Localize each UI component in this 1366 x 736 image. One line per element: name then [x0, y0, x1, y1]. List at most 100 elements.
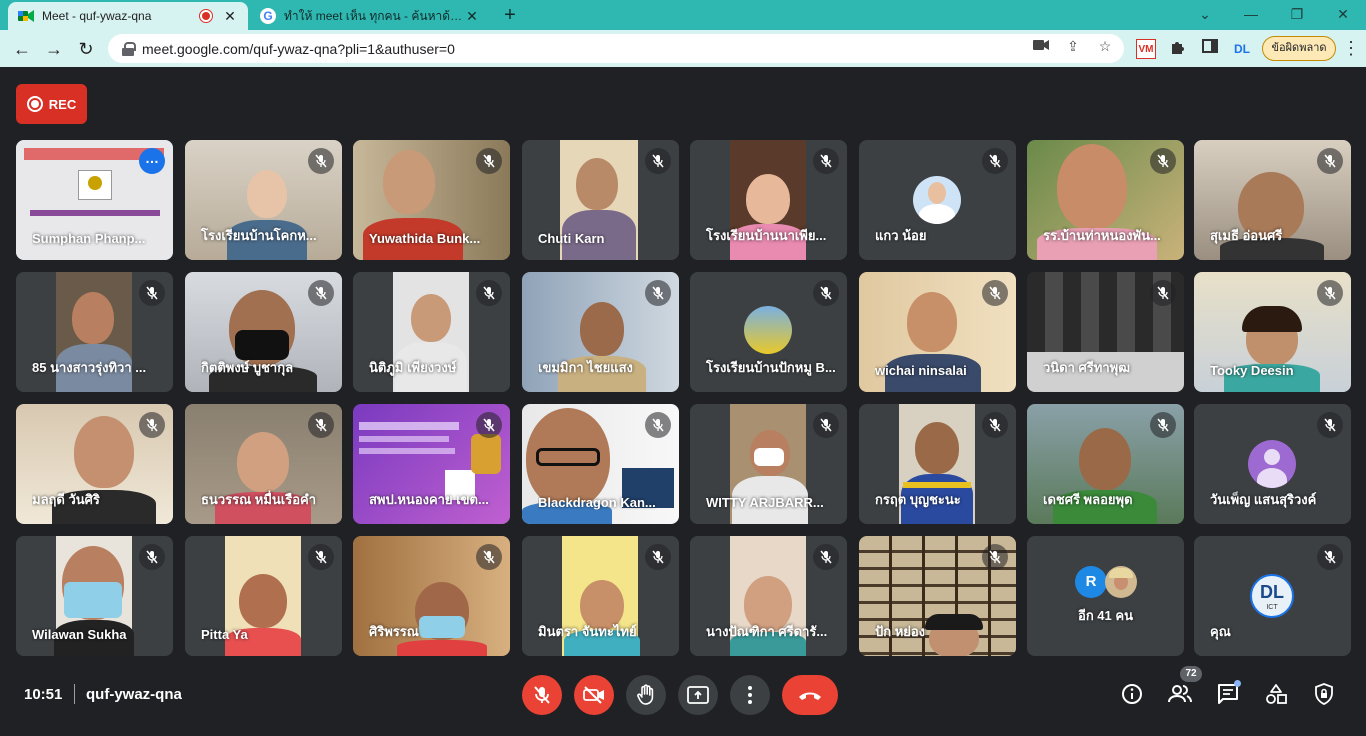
participant-tile[interactable]: แกว น้อย — [859, 140, 1016, 260]
participant-tile[interactable]: WITTY ARJBARR... — [690, 404, 847, 524]
mic-toggle-button[interactable] — [522, 675, 562, 715]
participant-tile[interactable]: มลฤดี วันศิริ — [16, 404, 173, 524]
participant-tile[interactable]: Blackdragon Kan... — [522, 404, 679, 524]
recording-badge[interactable]: REC — [16, 84, 87, 124]
participant-name: โรงเรียนบ้านนาเพีย... — [706, 228, 827, 243]
meeting-clock: 10:51 — [24, 686, 63, 703]
participant-name: ปัก หย่อง — [875, 624, 926, 639]
participant-name: Chuti Karn — [538, 231, 605, 246]
camera-toggle-button[interactable] — [574, 675, 614, 715]
new-tab-button[interactable]: + — [498, 4, 522, 28]
participant-tile[interactable]: Pitta Ya — [185, 536, 342, 656]
participant-tile[interactable]: Yuwathida Bunk... — [353, 140, 510, 260]
forward-arrow-icon[interactable]: → — [42, 37, 66, 61]
self-tile[interactable]: DL ICT คุณ — [1194, 536, 1351, 656]
participant-tile[interactable]: มินตรา จันทะไทย์ — [522, 536, 679, 656]
hand-icon — [637, 684, 654, 705]
participant-tile[interactable]: โรงเรียนบ้านนาเพีย... — [690, 140, 847, 260]
tab-google-search[interactable]: G ทำให้ meet เห็น ทุกคน - ค้นหาด้วย Goog… — [250, 2, 490, 30]
leave-call-button[interactable] — [782, 675, 838, 715]
participant-name: กรฤต บุญชะนะ — [875, 492, 961, 507]
address-bar[interactable]: meet.google.com/quf-ywaz-qna?pli=1&authu… — [108, 34, 1124, 63]
participant-name: คุณ — [1210, 624, 1231, 639]
more-options-button[interactable] — [730, 675, 770, 715]
back-arrow-icon[interactable]: ← — [10, 37, 34, 61]
mic-off-icon — [476, 412, 502, 438]
participant-name: เขมมิกา ไชยแสง — [538, 360, 633, 375]
participant-tile[interactable]: รร.บ้านท่าหนองพัน... — [1027, 140, 1184, 260]
restore-icon[interactable]: ❐ — [1274, 0, 1320, 30]
activities-button[interactable] — [1264, 682, 1288, 706]
browser-toolbar: ← → ↻ meet.google.com/quf-ywaz-qna?pli=1… — [0, 30, 1366, 67]
participant-tile[interactable]: สพป.หนองคาย เขต... — [353, 404, 510, 524]
more-options-button[interactable]: … — [139, 148, 165, 174]
participant-tile[interactable]: วนิดา ศรีทาพุฒ — [1027, 272, 1184, 392]
dl-extension-icon[interactable]: DL — [1232, 39, 1252, 59]
share-icon[interactable]: ⇪ — [1064, 37, 1082, 55]
minimize-icon[interactable]: — — [1228, 0, 1274, 30]
user-silhouette-icon — [1248, 440, 1296, 488]
participant-name: WITTY ARJBARR... — [706, 495, 824, 510]
mic-off-icon — [813, 544, 839, 570]
participant-tile[interactable]: 85 นางสาวรุ่งทิวา ... — [16, 272, 173, 392]
close-tab-icon[interactable]: ✕ — [464, 8, 480, 25]
reload-icon[interactable]: ↻ — [74, 37, 98, 61]
participant-name: มลฤดี วันศิริ — [32, 492, 100, 507]
close-tab-icon[interactable]: ✕ — [222, 8, 238, 25]
participant-tile[interactable]: นางปัณฑิกา ศรีดารั... — [690, 536, 847, 656]
participant-tile[interactable]: ศิริพรรณ — [353, 536, 510, 656]
mic-off-icon — [1317, 148, 1343, 174]
participant-tile[interactable]: นิติภูมิ เพียงวงษ์ — [353, 272, 510, 392]
side-panel-icon[interactable] — [1200, 39, 1220, 59]
error-button[interactable]: ข้อผิดพลาด — [1262, 36, 1336, 61]
bookmark-star-icon[interactable]: ☆ — [1096, 37, 1114, 55]
participant-tile[interactable]: โรงเรียนบ้านโคกห... — [185, 140, 342, 260]
participant-tile[interactable]: เดชศรี พลอยพุด — [1027, 404, 1184, 524]
raise-hand-button[interactable] — [626, 675, 666, 715]
recording-label: REC — [48, 96, 77, 112]
participant-tile[interactable]: กรฤต บุญชะนะ — [859, 404, 1016, 524]
participant-tile[interactable]: Wilawan Sukha — [16, 536, 173, 656]
people-button[interactable] — [1168, 682, 1192, 706]
mic-off-icon — [476, 148, 502, 174]
participant-name: สพป.หนองคาย เขต... — [369, 492, 489, 507]
participant-tile[interactable]: เขมมิกา ไชยแสง — [522, 272, 679, 392]
participant-name: ธนวรรณ หมื่นเรือคำ — [201, 492, 317, 507]
chrome-menu-icon[interactable]: ⋮ — [1342, 38, 1360, 58]
participant-name: รร.บ้านท่าหนองพัน... — [1043, 228, 1161, 243]
others-tile[interactable]: R อีก 41 คน — [1027, 536, 1184, 656]
others-count-label: อีก 41 คน — [1078, 608, 1133, 623]
mic-off-icon — [1317, 544, 1343, 570]
participant-tile[interactable]: wichai ninsalai — [859, 272, 1016, 392]
dl-logo-icon: DL ICT — [1250, 574, 1294, 618]
participant-name: เดชศรี พลอยพุด — [1043, 492, 1133, 507]
participant-name: Pitta Ya — [201, 627, 248, 642]
puzzle-extensions-icon[interactable] — [1168, 39, 1188, 59]
tab-meet[interactable]: Meet - quf-ywaz-qna ✕ — [8, 2, 248, 30]
mic-off-icon — [982, 148, 1008, 174]
meeting-info-button[interactable] — [1120, 682, 1144, 706]
present-icon — [687, 686, 709, 704]
mic-off-icon — [476, 544, 502, 570]
chevron-down-icon[interactable]: ⌄ — [1182, 0, 1228, 30]
participant-name: Blackdragon Kan... — [538, 495, 656, 510]
participant-tile[interactable]: … Sumphan Phanp... — [16, 140, 173, 260]
participant-tile[interactable]: กิตติพงษ์ บูชากุล — [185, 272, 342, 392]
avatar — [1105, 566, 1137, 598]
participant-tile[interactable]: Tooky Deesin — [1194, 272, 1351, 392]
host-controls-button[interactable] — [1312, 682, 1336, 706]
participant-tile[interactable]: ธนวรรณ หมื่นเรือคำ — [185, 404, 342, 524]
participant-tile[interactable]: วันเพ็ญ แสนสุริวงค์ — [1194, 404, 1351, 524]
participant-tile[interactable]: Chuti Karn — [522, 140, 679, 260]
present-screen-button[interactable] — [678, 675, 718, 715]
participant-tile[interactable]: โรงเรียนบ้านปักหมู B... — [690, 272, 847, 392]
close-window-icon[interactable]: ✕ — [1320, 0, 1366, 30]
self-logo-text: DL — [1260, 582, 1284, 602]
participant-tile[interactable]: สุเมธี อ่อนศรี — [1194, 140, 1351, 260]
vm-extension-icon[interactable]: VM — [1136, 39, 1156, 59]
mic-off-icon — [1317, 280, 1343, 306]
participant-tile[interactable]: ปัก หย่อง — [859, 536, 1016, 656]
record-icon — [26, 96, 43, 112]
camera-icon[interactable] — [1032, 37, 1050, 55]
meeting-code: quf-ywaz-qna — [86, 686, 182, 703]
